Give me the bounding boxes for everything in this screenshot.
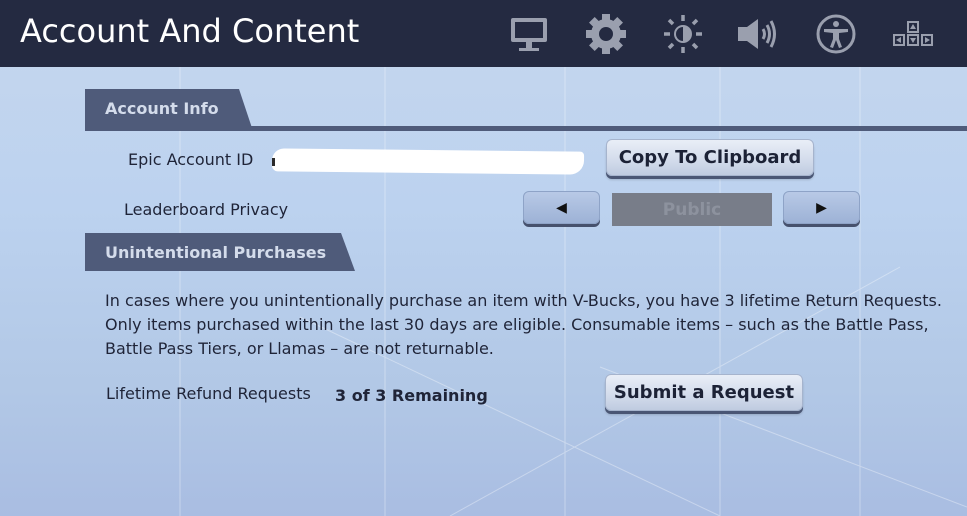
unintentional-purchases-title: Unintentional Purchases [105,243,327,262]
account-info-header: Account Info [85,89,253,131]
leaderboard-privacy-label: Leaderboard Privacy [124,200,289,219]
unintentional-purchases-header: Unintentional Purchases [85,233,355,271]
accessibility-icon [816,14,856,54]
tab-game[interactable] [584,12,628,56]
epic-account-id-label: Epic Account ID [128,150,254,169]
left-arrow-icon: ◀ [556,199,567,216]
account-info-title: Account Info [105,99,219,118]
refund-requests-label: Lifetime Refund Requests [106,384,311,403]
redaction-mark [272,158,275,166]
right-arrow-icon: ▶ [816,199,827,216]
monitor-icon [511,18,547,51]
epic-account-id-value [271,148,585,175]
privacy-prev-button[interactable]: ◀ [523,191,600,224]
tab-input[interactable] [891,12,935,56]
speaker-icon [738,19,776,49]
leaderboard-privacy-value: Public [612,193,772,226]
input-arrows-icon [893,21,933,46]
submit-request-button[interactable]: Submit a Request [605,374,803,411]
top-bar: Account And Content [0,0,967,67]
tab-video[interactable] [507,12,551,56]
gear-icon [586,14,626,54]
refund-description: In cases where you unintentionally purch… [105,291,942,358]
page-title: Account And Content [20,12,360,50]
tab-brightness[interactable] [661,12,705,56]
privacy-next-button[interactable]: ▶ [783,191,860,224]
brightness-icon [664,15,702,53]
refund-remaining-value: 3 of 3 Remaining [335,386,488,405]
tab-accessibility[interactable] [814,12,858,56]
tab-audio[interactable] [736,12,780,56]
copy-to-clipboard-button[interactable]: Copy To Clipboard [606,139,814,176]
